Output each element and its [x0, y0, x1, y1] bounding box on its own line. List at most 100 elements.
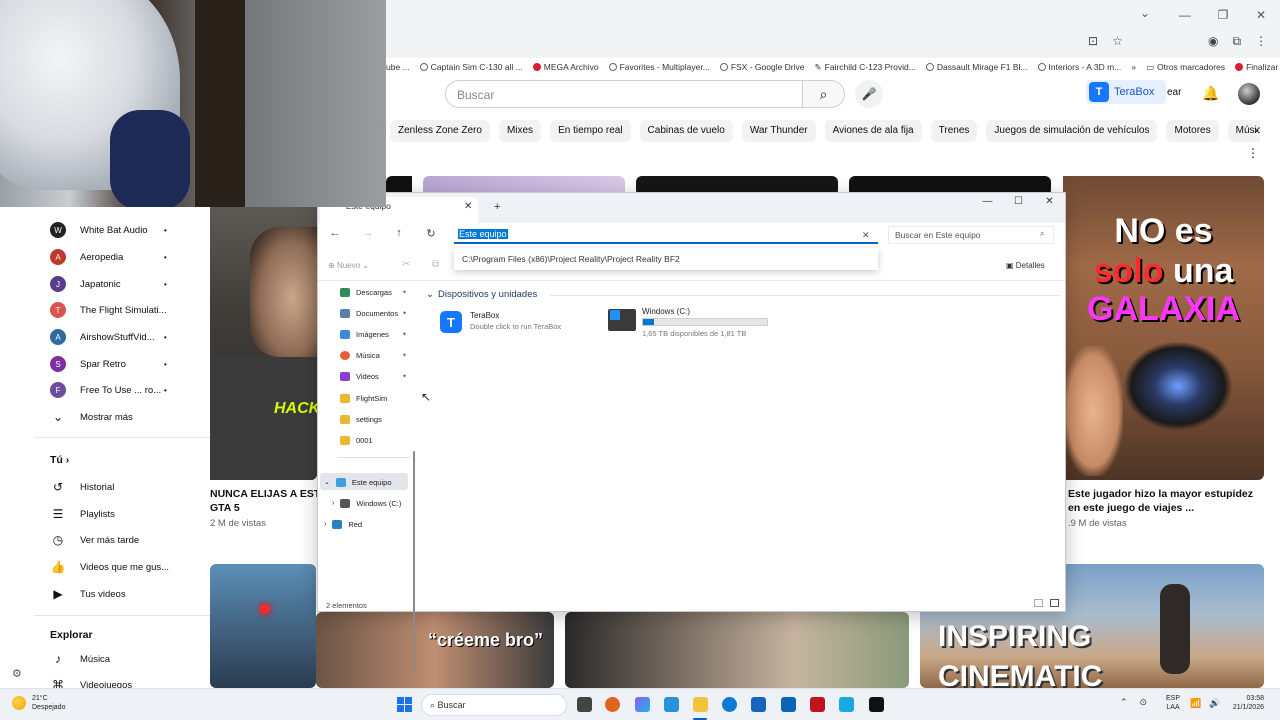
bookmark-item[interactable]: ✎ Fairchild C-123 Provid... — [815, 62, 916, 73]
sidebar-subscription[interactable]: J Japatonic • — [50, 273, 167, 295]
details-view-icon[interactable] — [1034, 599, 1043, 607]
explorer-search-input[interactable]: Buscar en Este equipo — [888, 226, 1054, 244]
video-title[interactable]: NUNCA ELIJAS A ESTA GTA 5 — [210, 487, 317, 515]
video-thumbnail[interactable]: NO es solo una GALAXIA — [1063, 176, 1264, 480]
details-button[interactable]: ▣ Detalles — [1006, 261, 1045, 270]
bookmark-star-icon[interactable]: ☆ — [1112, 34, 1123, 48]
quick-access-item[interactable]: FlightSim — [340, 391, 387, 405]
app-icon[interactable] — [839, 697, 854, 712]
quick-access-item[interactable]: Documentos ✦ — [340, 306, 407, 320]
sidebar-subscription[interactable]: A AirshowStuffVid... • — [50, 326, 167, 348]
copy-icon[interactable]: ⧉ — [432, 259, 439, 270]
sidebar-item-watch-later[interactable]: ◷ Ver más tarde — [50, 529, 139, 551]
extensions-icon[interactable]: ⧉ — [1232, 34, 1241, 49]
create-button[interactable]: ear — [1167, 87, 1181, 98]
chip[interactable]: Trenes — [930, 120, 978, 142]
tree-item-network[interactable]: › Red — [324, 517, 362, 531]
clear-address-icon[interactable]: ✕ — [862, 230, 870, 241]
bookmark-item[interactable]: ▭ Otros marcadores — [1146, 62, 1225, 73]
task-view-icon[interactable] — [577, 697, 592, 712]
new-tab-icon[interactable]: + — [494, 201, 500, 213]
firefox-icon[interactable] — [605, 697, 620, 712]
voice-search-button[interactable]: 🎤 — [855, 80, 883, 108]
gear-icon[interactable]: ⚙ — [12, 667, 22, 680]
bookmark-item[interactable]: ube ... — [386, 62, 410, 72]
install-app-icon[interactable]: ⊡ — [1088, 34, 1098, 48]
tiles-view-icon[interactable] — [1050, 599, 1059, 607]
more-options-icon[interactable]: ⋮ — [1247, 146, 1259, 160]
quick-access-item[interactable]: Música ✦ — [340, 348, 407, 362]
chip[interactable]: Zenless Zone Zero — [390, 120, 490, 142]
chevron-up-icon[interactable]: ⌃ — [1120, 697, 1128, 708]
bookmark-item[interactable]: Finalizar los ajustes — [1235, 62, 1280, 72]
back-arrow-icon[interactable]: ← — [326, 227, 344, 239]
close-tab-icon[interactable]: ✕ — [464, 201, 472, 212]
youtube-search-input[interactable]: Buscar — [445, 80, 803, 108]
tree-item-drive-c[interactable]: › Windows (C:) — [332, 496, 401, 510]
sidebar-item-liked[interactable]: 👍 Videos que me gus... — [50, 556, 170, 578]
refresh-icon[interactable]: ↻ — [422, 227, 440, 240]
video-thumbnail[interactable]: “créeme bro” — [316, 612, 554, 688]
you-section-header[interactable]: Tú › — [50, 454, 69, 466]
location-icon[interactable]: ⊙ — [1140, 697, 1148, 708]
chip[interactable]: Aviones de ala fija — [824, 120, 922, 142]
video-thumbnail[interactable]: HACK — [210, 207, 317, 480]
sidebar-subscription[interactable]: F Free To Use ... ro... • — [50, 379, 167, 401]
video-thumbnail[interactable] — [210, 564, 316, 688]
app-icon[interactable] — [869, 697, 884, 712]
volume-icon[interactable]: 🔊 — [1209, 698, 1220, 709]
new-button[interactable]: ⊕ Nuevo ⌄ — [328, 261, 369, 270]
copilot-icon[interactable] — [635, 697, 650, 712]
profile-icon[interactable]: ◉ — [1208, 34, 1218, 49]
bookmark-item[interactable]: FSX - Google Drive — [719, 62, 805, 72]
weather-widget[interactable]: 21°C Despejado — [12, 694, 65, 712]
chip[interactable]: Cabinas de vuelo — [639, 120, 733, 142]
photos-icon[interactable] — [664, 697, 679, 712]
bookmark-item[interactable]: Interiors - A 3D m... — [1037, 62, 1121, 72]
bookmark-overflow[interactable]: » — [1131, 62, 1136, 72]
up-arrow-icon[interactable]: ↑ — [390, 227, 408, 239]
device-item-terabox[interactable]: T TeraBox Double click to run TeraBox — [436, 309, 586, 337]
quick-access-item[interactable]: Descargas ✦ — [340, 285, 407, 299]
sidebar-item-your-videos[interactable]: ▶ Tus videos — [50, 583, 125, 605]
bookmark-item[interactable]: Favorites - Multiplayer... — [608, 62, 710, 72]
sidebar-show-more[interactable]: ⌄ Mostrar más — [50, 406, 133, 428]
device-item-drive-c[interactable]: Windows (C:) 1,65 TB disponibles de 1,81… — [608, 307, 778, 339]
bookmark-item[interactable]: MEGA Archivo — [532, 62, 599, 72]
outlook-icon[interactable] — [781, 697, 796, 712]
sidebar-subscription[interactable]: W White Bat Audio • — [50, 219, 167, 241]
avatar[interactable] — [1238, 83, 1260, 105]
browser-menu-icon[interactable]: ⋮ — [1255, 34, 1267, 49]
tree-item-this-pc[interactable]: ⌄ Este equipo — [324, 475, 392, 489]
app-icon[interactable] — [810, 697, 825, 712]
taskbar-search-input[interactable]: ⌕ Buscar — [421, 694, 567, 716]
store-icon[interactable] — [751, 697, 766, 712]
address-suggestion[interactable]: C:\Program Files (x86)\Project Reality\P… — [454, 248, 878, 270]
file-explorer-icon[interactable] — [693, 697, 708, 712]
address-input[interactable]: Este equipo — [454, 226, 878, 244]
taskbar-clock[interactable]: 03:58 21/1/2026 — [1224, 694, 1264, 712]
nav-pane-scrollbar[interactable] — [413, 451, 415, 673]
video-thumbnail[interactable] — [565, 612, 909, 688]
sidebar-subscription[interactable]: A Aeropedia • — [50, 246, 167, 268]
close-button[interactable]: ✕ — [1034, 193, 1065, 209]
group-header[interactable]: ⌄ Dispositivos y unidades — [426, 289, 537, 300]
quick-access-item[interactable]: Videos ✦ — [340, 369, 407, 383]
chevron-right-icon[interactable]: › — [1254, 123, 1258, 137]
quick-access-item[interactable]: settings — [340, 412, 382, 426]
quick-access-item[interactable]: 0001 — [340, 433, 373, 447]
wifi-icon[interactable]: 📶 — [1190, 698, 1201, 709]
windows-start-icon[interactable] — [397, 697, 412, 712]
chip[interactable]: War Thunder — [741, 120, 816, 142]
tab-search-chevron-icon[interactable]: ⌄ — [1140, 6, 1150, 20]
notifications-bell-icon[interactable]: 🔔 — [1202, 85, 1219, 102]
chip[interactable]: Mixes — [498, 120, 542, 142]
search-button[interactable]: ⌕ — [803, 80, 845, 108]
sidebar-item-playlists[interactable]: ☰ Playlists — [50, 503, 115, 525]
chip[interactable]: Motores — [1166, 120, 1219, 142]
edge-icon[interactable] — [722, 697, 737, 712]
maximize-button[interactable]: ☐ — [1003, 193, 1034, 209]
sidebar-subscription[interactable]: T The Flight Simulati... — [50, 299, 167, 321]
video-title[interactable]: Este jugador hizo la mayor estupidez en … — [1068, 487, 1264, 515]
forward-arrow-icon[interactable]: → — [359, 227, 377, 239]
